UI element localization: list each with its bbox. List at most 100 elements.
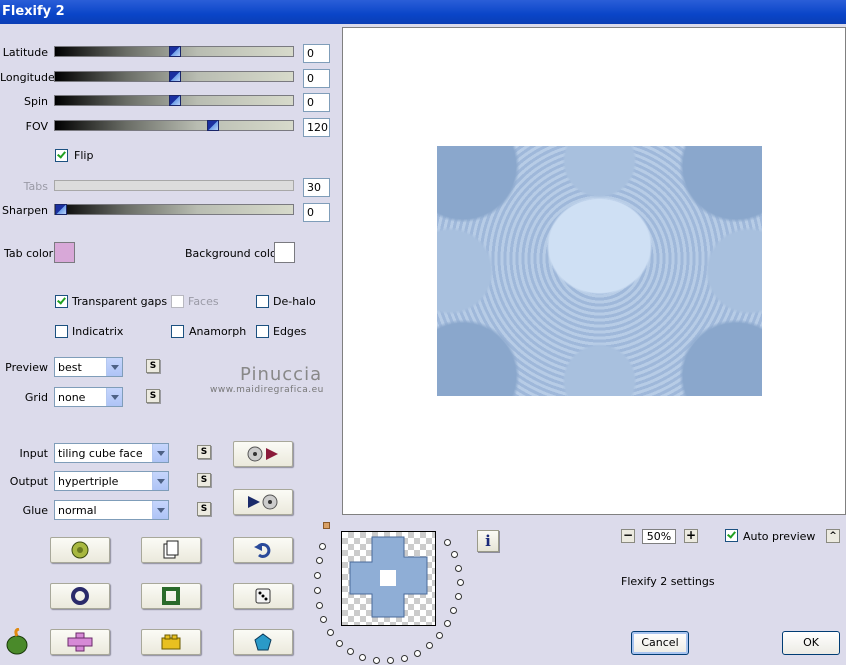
- ring-button[interactable]: [50, 583, 110, 609]
- faces-label: Faces: [188, 295, 219, 308]
- glue-s-button[interactable]: S: [197, 502, 211, 516]
- rotation-dot[interactable]: [455, 565, 462, 572]
- anamorph-checkbox[interactable]: [171, 325, 184, 338]
- rotation-dot[interactable]: [387, 657, 394, 664]
- rotation-dot[interactable]: [426, 642, 433, 649]
- fov-slider[interactable]: [54, 120, 294, 131]
- de-halo-label: De-halo: [273, 295, 316, 308]
- output-select[interactable]: hypertriple: [54, 471, 169, 491]
- ok-button[interactable]: OK: [782, 631, 840, 655]
- random-dice-button[interactable]: [233, 583, 293, 609]
- play-output-button[interactable]: [233, 489, 293, 515]
- rotation-dot[interactable]: [359, 654, 366, 661]
- undo-button[interactable]: [233, 537, 293, 563]
- chevron-down-icon[interactable]: [106, 388, 122, 406]
- rotation-dot[interactable]: [444, 539, 451, 546]
- output-s-button[interactable]: S: [197, 473, 211, 487]
- latitude-label: Latitude: [2, 46, 48, 59]
- flip-checkbox[interactable]: [55, 149, 68, 162]
- spin-slider[interactable]: [54, 95, 294, 106]
- fov-thumb[interactable]: [207, 120, 219, 131]
- rotation-dot[interactable]: [414, 650, 421, 657]
- transparent-gaps-checkbox[interactable]: [55, 295, 68, 308]
- undo-icon: [254, 542, 271, 558]
- chevron-down-icon[interactable]: [106, 358, 122, 376]
- rotation-dot[interactable]: [316, 602, 323, 609]
- chevron-down-icon[interactable]: [152, 501, 168, 519]
- faces-checkbox: [171, 295, 184, 308]
- longitude-value[interactable]: 0: [303, 69, 330, 88]
- chevron-down-icon[interactable]: [152, 472, 168, 490]
- copy-button[interactable]: [141, 537, 201, 563]
- rotation-dot[interactable]: [444, 620, 451, 627]
- tabs-value[interactable]: 30: [303, 178, 330, 197]
- brick-button[interactable]: [141, 629, 201, 655]
- latitude-slider[interactable]: [54, 46, 294, 57]
- rotation-dot[interactable]: [314, 587, 321, 594]
- rotation-dot[interactable]: [316, 557, 323, 564]
- sharpen-label: Sharpen: [2, 204, 48, 217]
- rotation-handle[interactable]: [323, 522, 330, 529]
- zoom-out-button[interactable]: −: [621, 529, 635, 543]
- sharpen-value[interactable]: 0: [303, 203, 330, 222]
- indicatrix-checkbox[interactable]: [55, 325, 68, 338]
- pentagon-button[interactable]: [233, 629, 293, 655]
- rotation-dot[interactable]: [347, 648, 354, 655]
- longitude-label: Longitude: [0, 71, 55, 84]
- glue-select[interactable]: normal: [54, 500, 169, 520]
- spin-value[interactable]: 0: [303, 93, 330, 112]
- background-color-swatch[interactable]: [274, 242, 295, 263]
- input-select[interactable]: tiling cube face: [54, 443, 169, 463]
- rotation-dot[interactable]: [319, 543, 326, 550]
- edges-checkbox[interactable]: [256, 325, 269, 338]
- rotation-dot[interactable]: [451, 551, 458, 558]
- collapse-button[interactable]: ^: [826, 529, 840, 543]
- rotation-dot[interactable]: [336, 640, 343, 647]
- latitude-thumb[interactable]: [169, 46, 181, 57]
- rotation-dot[interactable]: [457, 579, 464, 586]
- output-label: Output: [9, 475, 48, 488]
- grid-s-button[interactable]: S: [146, 389, 160, 403]
- sharpen-slider[interactable]: [54, 204, 294, 215]
- rotation-dot[interactable]: [450, 607, 457, 614]
- watermark-name: Pinuccia: [240, 364, 323, 385]
- input-label: Input: [19, 447, 48, 460]
- auto-preview-checkbox[interactable]: [725, 529, 738, 542]
- longitude-slider[interactable]: [54, 71, 294, 82]
- zoom-in-button[interactable]: +: [684, 529, 698, 543]
- edges-label: Edges: [273, 325, 307, 338]
- chevron-down-icon[interactable]: [152, 444, 168, 462]
- glue-select-value: normal: [58, 504, 97, 517]
- preview-select[interactable]: best: [54, 357, 123, 377]
- cross-button[interactable]: [50, 629, 110, 655]
- cancel-button[interactable]: Cancel: [631, 631, 689, 655]
- auto-preview-label: Auto preview: [743, 530, 816, 543]
- globe-gear-icon: [71, 541, 89, 559]
- brick-icon: [161, 634, 181, 650]
- thumbnail-image: [349, 536, 428, 618]
- fov-value[interactable]: 120: [303, 118, 330, 137]
- rotation-dot[interactable]: [455, 593, 462, 600]
- latitude-value[interactable]: 0: [303, 44, 330, 63]
- sharpen-thumb[interactable]: [55, 204, 67, 215]
- rotation-dot[interactable]: [401, 655, 408, 662]
- square-button[interactable]: [141, 583, 201, 609]
- input-s-button[interactable]: S: [197, 445, 211, 459]
- rotation-dot[interactable]: [373, 657, 380, 664]
- tab-color-swatch[interactable]: [54, 242, 75, 263]
- play-input-button[interactable]: [233, 441, 293, 467]
- randomize-button[interactable]: [50, 537, 110, 563]
- rotation-dot[interactable]: [327, 629, 334, 636]
- thumbnail-preview[interactable]: [341, 531, 436, 626]
- rotation-dot[interactable]: [436, 632, 443, 639]
- preview-canvas[interactable]: [342, 27, 846, 515]
- longitude-thumb[interactable]: [169, 71, 181, 82]
- rotation-dot[interactable]: [314, 572, 321, 579]
- preview-s-button[interactable]: S: [146, 359, 160, 373]
- grid-select[interactable]: none: [54, 387, 123, 407]
- spin-thumb[interactable]: [169, 95, 181, 106]
- preview-label: Preview: [5, 361, 48, 374]
- rotation-dot[interactable]: [320, 616, 327, 623]
- de-halo-checkbox[interactable]: [256, 295, 269, 308]
- info-button[interactable]: i: [477, 530, 499, 552]
